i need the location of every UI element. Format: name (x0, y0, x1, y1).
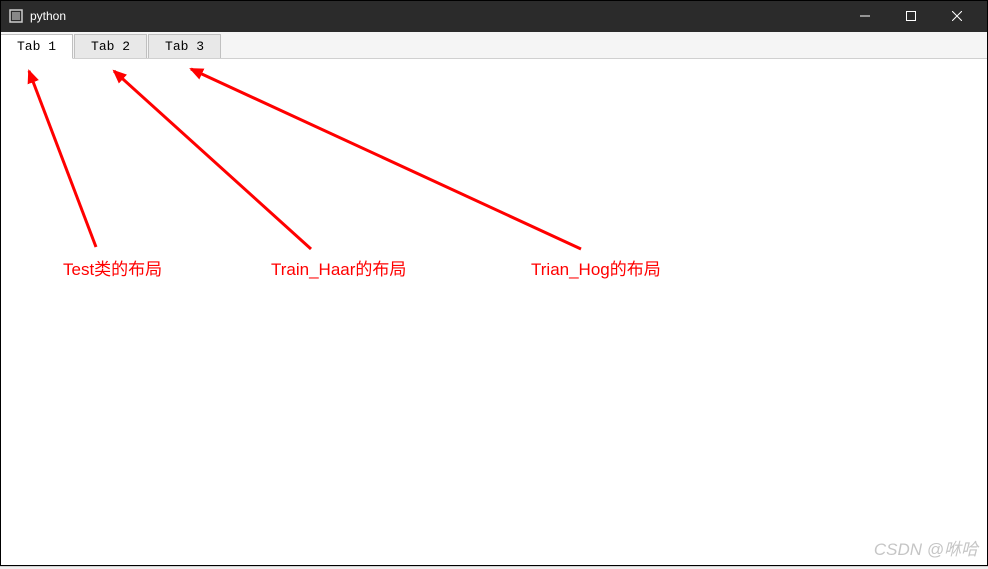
tab-1[interactable]: Tab 1 (0, 34, 73, 59)
annotation-label-3: Trian_Hog的布局 (531, 255, 661, 280)
tab-content: Test类的布局 Train_Haar的布局 Trian_Hog的布局 (0, 59, 988, 567)
annotation-label-1: Test类的布局 (63, 255, 162, 280)
app-icon (8, 8, 24, 24)
window-titlebar: python (0, 0, 988, 32)
window-controls (842, 0, 980, 32)
tab-3[interactable]: Tab 3 (148, 34, 221, 58)
tab-widget: Tab 1 Tab 2 Tab 3 (0, 32, 988, 59)
annotation-label-2: Train_Haar的布局 (271, 255, 406, 280)
arrow-3 (191, 69, 581, 249)
maximize-button[interactable] (888, 0, 934, 32)
watermark: CSDN @咻哈 (874, 535, 978, 560)
window-title: python (30, 9, 842, 23)
arrow-overlay (1, 59, 988, 569)
close-button[interactable] (934, 0, 980, 32)
arrow-1 (29, 71, 96, 247)
tab-2[interactable]: Tab 2 (74, 34, 147, 58)
arrow-2 (114, 71, 311, 249)
minimize-button[interactable] (842, 0, 888, 32)
